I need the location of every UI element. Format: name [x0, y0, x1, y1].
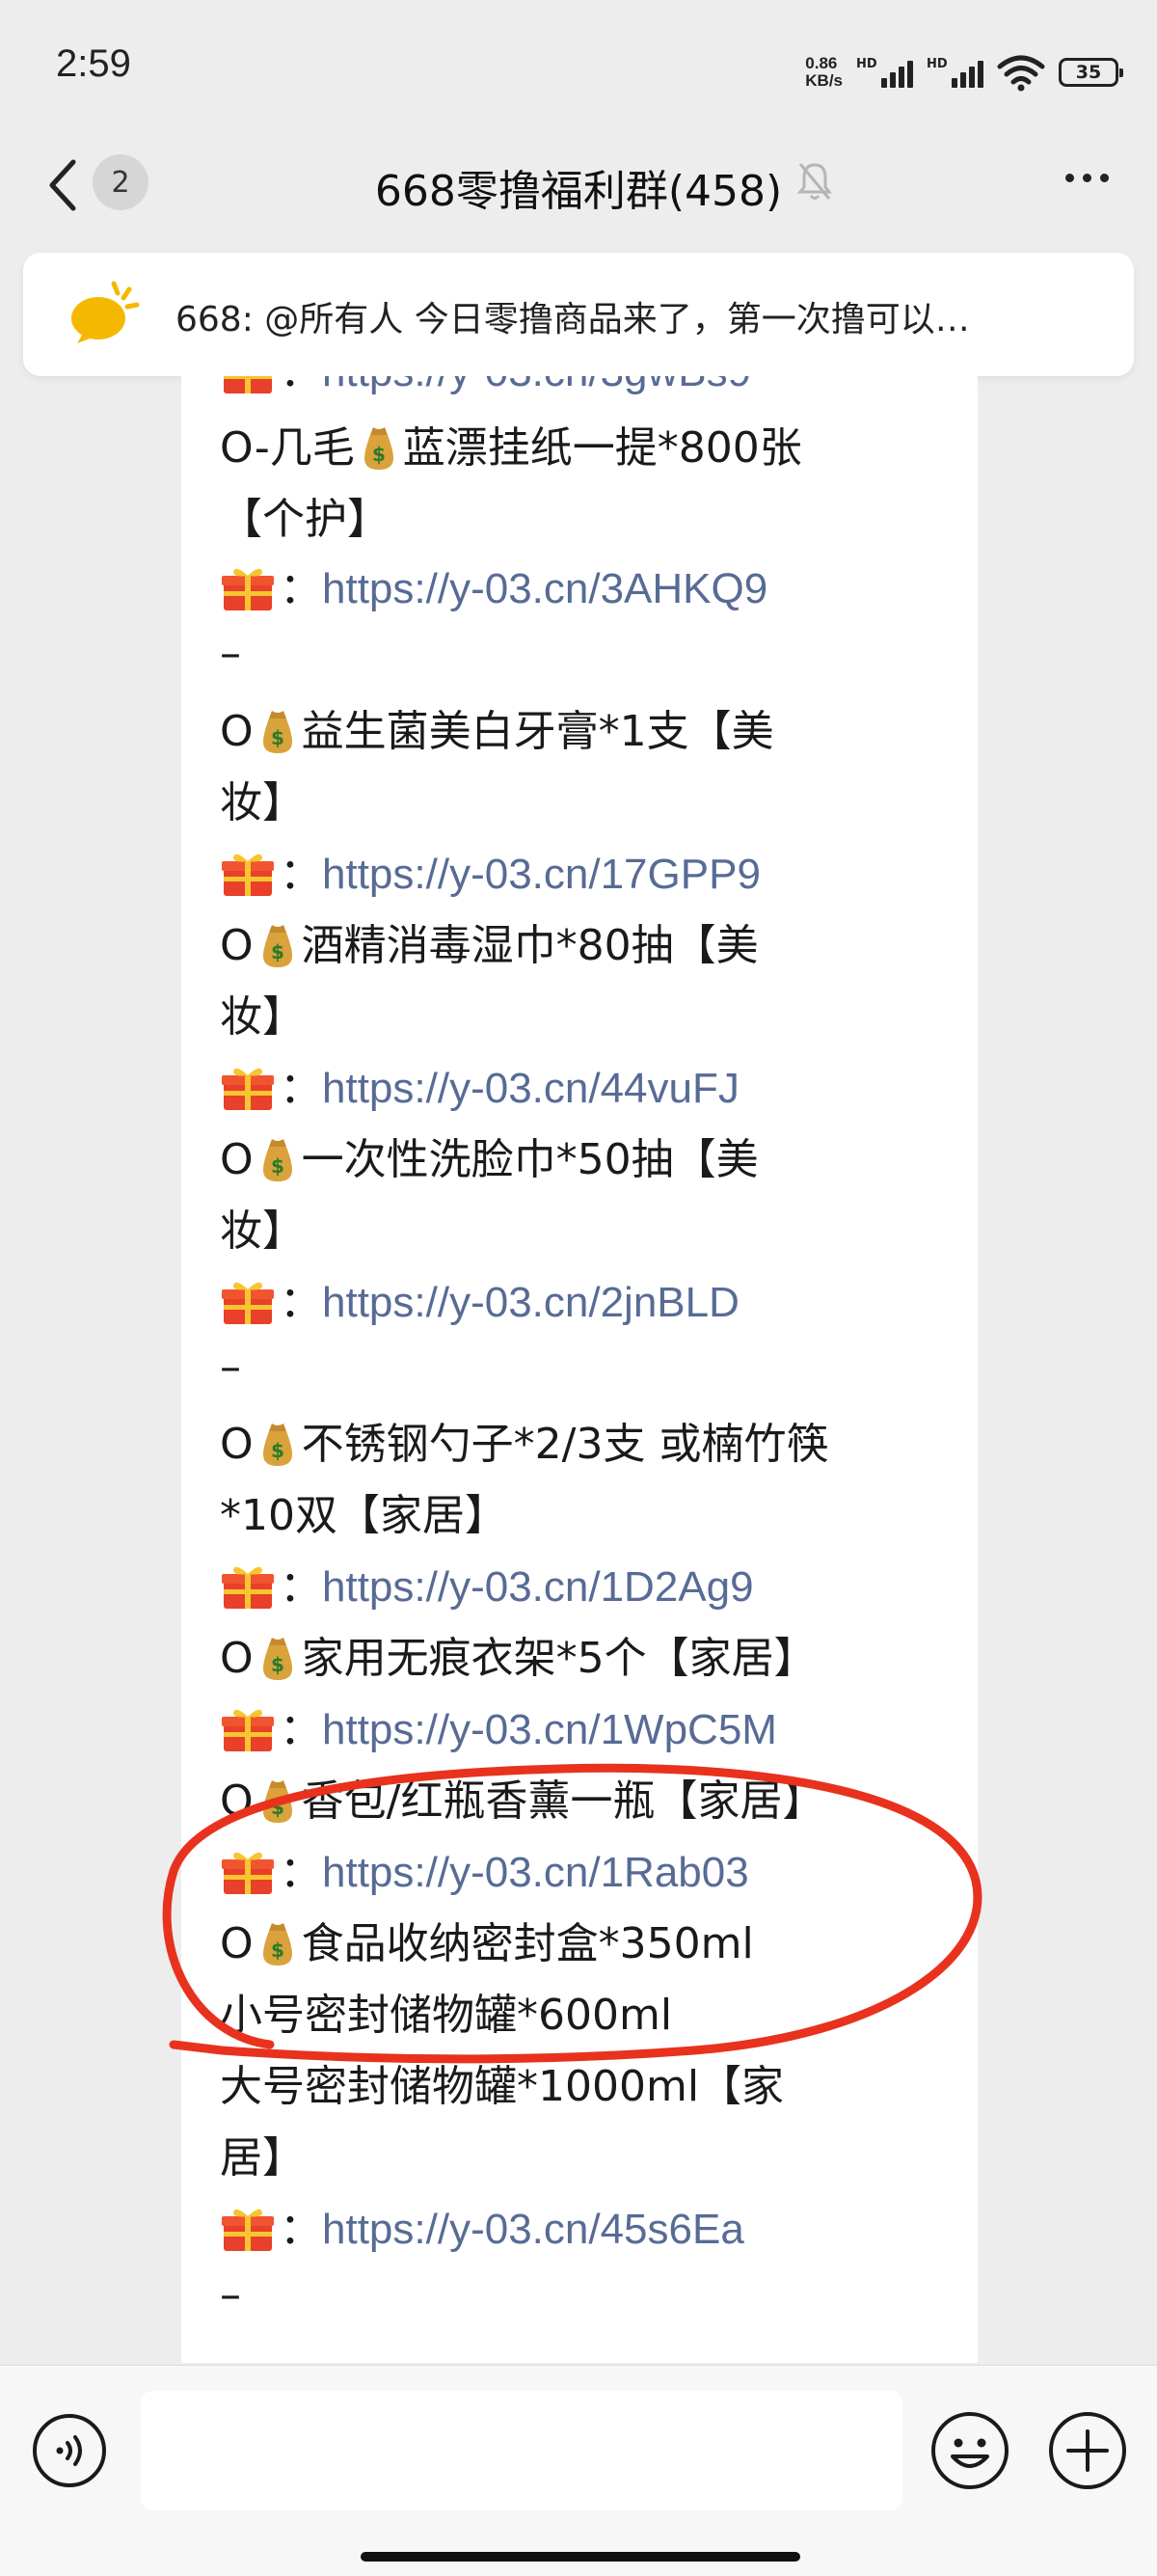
- message-line: ：https://y-03.cn/44vuFJ: [220, 1062, 740, 1116]
- more-options-button[interactable]: [1065, 174, 1109, 182]
- money-bag-icon: $: [256, 1418, 300, 1468]
- message-line: O $ 益生菌美白牙膏*1支【美: [220, 705, 774, 756]
- money-bag-icon: $: [256, 1133, 300, 1183]
- input-bar: [0, 2365, 1157, 2576]
- gift-icon: [220, 850, 276, 898]
- message-line: ：https://y-03.cn/1D2Ag9: [220, 1560, 754, 1614]
- product-link[interactable]: https://y-03.cn/44vuFJ: [322, 1065, 740, 1112]
- gift-icon: [220, 1848, 276, 1896]
- message-line: 妆】: [220, 1207, 305, 1256]
- emoji-button[interactable]: [929, 2410, 1010, 2491]
- svg-text:$: $: [372, 443, 386, 466]
- message-line: ：https://y-03.cn/1Rab03: [220, 1846, 749, 1900]
- signal-icon: HD: [856, 57, 913, 88]
- product-link[interactable]: https://y-03.cn/1Rab03: [322, 1849, 749, 1896]
- svg-text:$: $: [271, 1939, 284, 1962]
- more-dot-icon: [1083, 174, 1091, 182]
- gift-icon: [220, 1562, 276, 1611]
- svg-text:$: $: [271, 1439, 284, 1462]
- gift-icon: [220, 376, 276, 395]
- message-line: O $ 香包/红瓶香薰一瓶【家居】: [220, 1775, 825, 1826]
- message-line: 妆】: [220, 778, 305, 827]
- message-line: O $ 食品收纳密封盒*350ml: [220, 1917, 754, 1968]
- message-line: ：https://y-03.cn/2jnBLD: [220, 1276, 740, 1330]
- gift-icon: [220, 1705, 276, 1753]
- svg-text:$: $: [271, 1796, 284, 1819]
- svg-text:$: $: [271, 1653, 284, 1676]
- svg-text:$: $: [271, 1154, 284, 1178]
- separator: –: [220, 2270, 241, 2319]
- message-line: 【个护】: [220, 495, 390, 544]
- message-line: ：https://y-03.cn/1WpC5M: [220, 1703, 777, 1757]
- message-line: 大号密封储物罐*1000ml【家: [220, 2062, 785, 2111]
- message-line: 妆】: [220, 992, 305, 1042]
- message-line: ：https://y-03.cn/3gwBs9: [220, 376, 751, 399]
- more-dot-icon: [1065, 174, 1074, 182]
- money-bag-icon: $: [256, 1917, 300, 1967]
- message-input[interactable]: [141, 2391, 902, 2510]
- svg-text:$: $: [271, 940, 284, 963]
- gift-icon: [220, 564, 276, 612]
- announcement-icon: [71, 281, 140, 343]
- product-link[interactable]: https://y-03.cn/1D2Ag9: [322, 1563, 754, 1611]
- message-line: O $ 不锈钢勺子*2/3支 或楠竹筷: [220, 1418, 829, 1469]
- money-bag-icon: $: [256, 919, 300, 969]
- svg-text:$: $: [271, 726, 284, 749]
- status-icons: 0.86 KB/s HD HD 35: [805, 48, 1123, 96]
- gift-icon: [220, 1278, 276, 1326]
- separator: –: [220, 1342, 241, 1392]
- gift-icon: [220, 2205, 276, 2253]
- status-bar: 2:59 0.86 KB/s HD HD 35: [0, 0, 1157, 135]
- message-line: ：https://y-03.cn/45s6Ea: [220, 2203, 744, 2257]
- voice-input-button[interactable]: [31, 2412, 108, 2489]
- separator: –: [220, 629, 241, 678]
- money-bag-icon: $: [256, 1775, 300, 1825]
- mute-bell-icon: [796, 163, 833, 200]
- chat-area[interactable]: ：https://y-03.cn/3gwBs9 O-几毛$蓝漂挂纸一提*800张…: [0, 376, 1157, 2363]
- message-line: ：https://y-03.cn/3AHKQ9: [220, 562, 767, 616]
- message-line: 小号密封储物罐*600ml: [220, 1991, 673, 2040]
- message-line: ：https://y-03.cn/17GPP9: [220, 848, 761, 902]
- message-line: O $ 一次性洗脸巾*50抽【美: [220, 1133, 759, 1184]
- more-functions-plus-button[interactable]: [1047, 2410, 1128, 2491]
- message-line: O-几毛 $ 蓝漂挂纸一提*800张: [220, 421, 802, 473]
- more-dot-icon: [1100, 174, 1109, 182]
- status-time: 2:59: [56, 42, 131, 85]
- wifi-icon: [997, 55, 1045, 92]
- money-bag-icon: $: [256, 705, 300, 755]
- product-link[interactable]: https://y-03.cn/3gwBs9: [322, 376, 751, 395]
- product-link[interactable]: https://y-03.cn/17GPP9: [322, 851, 761, 898]
- battery-icon: 35: [1059, 58, 1123, 87]
- message-line: O $ 酒精消毒湿巾*80抽【美: [220, 919, 759, 970]
- product-link[interactable]: https://y-03.cn/1WpC5M: [322, 1706, 777, 1753]
- product-link[interactable]: https://y-03.cn/3AHKQ9: [322, 565, 767, 612]
- pinned-announcement[interactable]: 668: @所有人 今日零撸商品来了，第一次撸可以…: [23, 253, 1134, 376]
- home-indicator[interactable]: [361, 2552, 800, 2562]
- pinned-announcement-text: 668: @所有人 今日零撸商品来了，第一次撸可以…: [175, 300, 970, 339]
- message-line: 居】: [220, 2133, 305, 2183]
- message-bubble[interactable]: ：https://y-03.cn/3gwBs9 O-几毛$蓝漂挂纸一提*800张…: [181, 376, 978, 2363]
- chat-title: 668零撸福利群(458): [374, 167, 783, 216]
- money-bag-icon: $: [357, 421, 401, 472]
- signal-icon-2: HD: [927, 57, 983, 88]
- product-link[interactable]: https://y-03.cn/45s6Ea: [322, 2206, 744, 2253]
- network-speed: 0.86 KB/s: [805, 54, 843, 90]
- money-bag-icon: $: [256, 1632, 300, 1682]
- gift-icon: [220, 1064, 276, 1112]
- message-line: *10双【家居】: [220, 1491, 507, 1540]
- message-line: O $ 家用无痕衣架*5个【家居】: [220, 1632, 817, 1683]
- product-link[interactable]: https://y-03.cn/2jnBLD: [322, 1279, 740, 1326]
